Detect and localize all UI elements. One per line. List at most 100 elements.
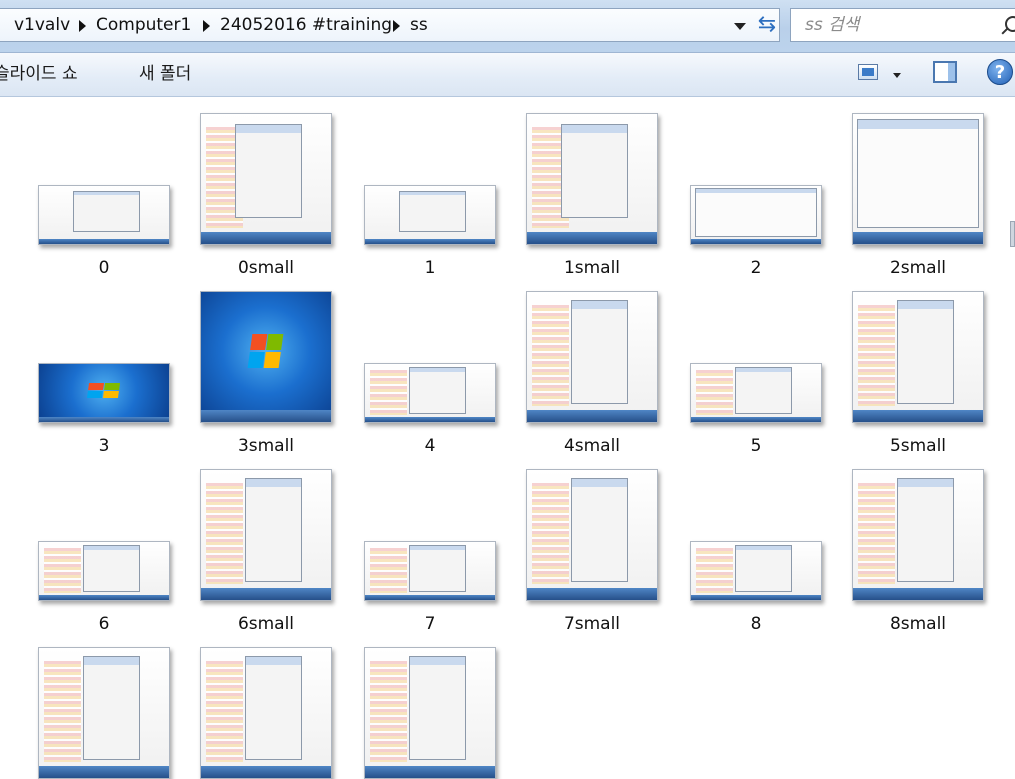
thumbnail-image[interactable] bbox=[38, 185, 170, 245]
thumbnail-rows bbox=[370, 547, 407, 594]
file-name[interactable]: 2small bbox=[848, 258, 988, 278]
thumbnail-taskbar bbox=[39, 416, 169, 422]
thumbnail-image[interactable] bbox=[690, 363, 822, 423]
thumbnail-taskbar bbox=[691, 416, 821, 422]
thumbnail-taskbar bbox=[853, 232, 983, 244]
thumbnail-rows bbox=[858, 483, 895, 585]
new-folder-button[interactable]: 새 폴더 bbox=[139, 53, 191, 95]
view-options-dropdown-icon[interactable] bbox=[893, 73, 901, 78]
help-icon[interactable]: ? bbox=[987, 59, 1013, 85]
search-placeholder: ss 검색 bbox=[805, 15, 860, 35]
file-name[interactable]: 5small bbox=[848, 436, 988, 456]
file-name[interactable]: 0small bbox=[196, 258, 336, 278]
thumbnail-rows bbox=[696, 547, 733, 594]
thumbnail-image[interactable] bbox=[526, 291, 658, 423]
thumbnail-window bbox=[856, 119, 980, 229]
file-name[interactable]: 8 bbox=[686, 614, 826, 634]
thumbnail-window bbox=[83, 655, 141, 760]
thumbnail-window-titlebar bbox=[572, 300, 628, 309]
address-history-dropdown-icon[interactable] bbox=[734, 23, 746, 30]
thumbnail-image[interactable] bbox=[852, 469, 984, 601]
thumbnail-window-titlebar bbox=[736, 546, 792, 551]
thumbnail-window-titlebar bbox=[235, 125, 302, 133]
file-name[interactable]: 1 bbox=[360, 258, 500, 278]
breadcrumb-separator-icon[interactable] bbox=[203, 20, 210, 32]
file-name[interactable]: 5 bbox=[686, 436, 826, 456]
thumbnail-window-titlebar bbox=[399, 191, 466, 195]
thumbnail-window bbox=[245, 477, 303, 582]
file-name[interactable]: 3small bbox=[196, 436, 336, 456]
breadcrumb-v1valv[interactable]: v1valv bbox=[14, 9, 70, 41]
thumbnail-window bbox=[897, 477, 955, 582]
breadcrumb-separator-icon[interactable] bbox=[79, 20, 86, 32]
refresh-icon[interactable]: ⇆ bbox=[752, 10, 782, 40]
file-name[interactable]: 2 bbox=[686, 258, 826, 278]
thumbnail-image[interactable] bbox=[200, 647, 332, 779]
thumbnail-taskbar bbox=[365, 766, 495, 778]
file-name[interactable]: 0 bbox=[34, 258, 174, 278]
thumbnail-taskbar bbox=[201, 410, 331, 422]
file-name[interactable]: 8small bbox=[848, 614, 988, 634]
thumbnail-window bbox=[409, 655, 467, 760]
thumbnail-image[interactable] bbox=[364, 363, 496, 423]
file-name[interactable]: 3 bbox=[34, 436, 174, 456]
thumbnail-window-titlebar bbox=[736, 368, 792, 373]
file-name[interactable]: 6 bbox=[34, 614, 174, 634]
thumbnail-image[interactable] bbox=[200, 291, 332, 423]
thumbnail-window bbox=[245, 655, 303, 760]
thumbnail-image[interactable] bbox=[364, 185, 496, 245]
file-name[interactable]: 1small bbox=[522, 258, 662, 278]
file-list: 0 0small 1 1small 2 2small 3 3small 4 4small 5 5sma… bbox=[0, 97, 1015, 779]
thumbnail-rows bbox=[370, 369, 407, 416]
thumbnail-window bbox=[409, 367, 467, 414]
thumbnail-window-titlebar bbox=[572, 478, 628, 487]
thumbnail-window bbox=[897, 299, 955, 404]
thumbnail-window-titlebar bbox=[857, 120, 979, 129]
thumbnail-taskbar bbox=[853, 588, 983, 600]
thumbnail-image[interactable] bbox=[852, 113, 984, 245]
thumbnail-window bbox=[234, 124, 303, 218]
thumbnail-image[interactable] bbox=[526, 469, 658, 601]
thumbnail-taskbar bbox=[691, 238, 821, 244]
thumbnail-image[interactable] bbox=[364, 541, 496, 601]
file-name[interactable]: 6small bbox=[196, 614, 336, 634]
breadcrumb-training-folder[interactable]: 24052016 #training bbox=[220, 9, 392, 41]
thumbnail-rows bbox=[206, 661, 243, 763]
thumbnail-image[interactable] bbox=[38, 541, 170, 601]
thumbnail-image[interactable] bbox=[38, 647, 170, 779]
search-icon[interactable] bbox=[1005, 16, 1015, 32]
thumbnail-taskbar bbox=[527, 410, 657, 422]
view-options-icon[interactable] bbox=[858, 64, 878, 80]
slideshow-button[interactable]: 슬라이드 쇼 bbox=[0, 53, 78, 95]
preview-pane-icon[interactable] bbox=[933, 61, 957, 83]
thumbnail-image[interactable] bbox=[200, 113, 332, 245]
thumbnail-image[interactable] bbox=[200, 469, 332, 601]
thumbnail-image[interactable] bbox=[690, 541, 822, 601]
address-bar-area: v1valv Computer1 24052016 #training ss ⇆… bbox=[0, 0, 1015, 53]
thumbnail-taskbar bbox=[853, 410, 983, 422]
thumbnail-window-titlebar bbox=[898, 300, 954, 309]
scrollbar-thumb[interactable] bbox=[1010, 221, 1015, 247]
breadcrumb-ss[interactable]: ss bbox=[410, 9, 428, 41]
file-name[interactable]: 7 bbox=[360, 614, 500, 634]
thumbnail-image[interactable] bbox=[38, 363, 170, 423]
thumbnail-taskbar bbox=[39, 766, 169, 778]
breadcrumb[interactable]: v1valv Computer1 24052016 #training ss bbox=[0, 8, 780, 42]
file-name[interactable]: 4small bbox=[522, 436, 662, 456]
search-input[interactable]: ss 검색 bbox=[790, 8, 1015, 42]
thumbnail-image[interactable] bbox=[526, 113, 658, 245]
thumbnail-window bbox=[735, 367, 793, 414]
file-name[interactable]: 7small bbox=[522, 614, 662, 634]
thumbnail-image[interactable] bbox=[690, 185, 822, 245]
thumbnail-image[interactable] bbox=[364, 647, 496, 779]
file-name[interactable]: 4 bbox=[360, 436, 500, 456]
thumbnail-window bbox=[735, 545, 793, 592]
thumbnail-window-titlebar bbox=[84, 656, 140, 665]
thumbnail-window-titlebar bbox=[898, 478, 954, 487]
thumbnail-taskbar bbox=[527, 588, 657, 600]
thumbnail-window bbox=[83, 545, 141, 592]
thumbnail-rows bbox=[532, 305, 569, 407]
thumbnail-image[interactable] bbox=[852, 291, 984, 423]
breadcrumb-separator-icon[interactable] bbox=[393, 20, 400, 32]
breadcrumb-computer1[interactable]: Computer1 bbox=[96, 9, 191, 41]
